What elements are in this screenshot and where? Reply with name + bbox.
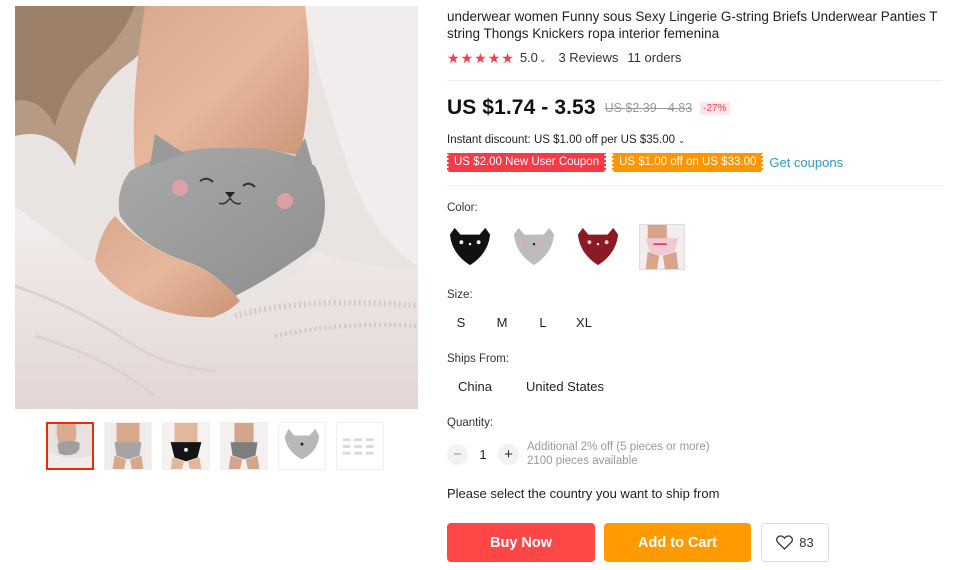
add-to-cart-button[interactable]: Add to Cart	[604, 523, 751, 562]
discount-badge: -27%	[700, 101, 730, 115]
star-icon: ★	[487, 49, 501, 66]
color-option-photo[interactable]	[639, 224, 685, 270]
action-buttons: Buy Now Add to Cart 83	[447, 523, 829, 562]
thumbnail-2[interactable]	[104, 422, 152, 470]
original-price: US $2.39 - 4.83	[604, 101, 693, 115]
thumbnail-image	[105, 423, 151, 469]
current-price: US $1.74 - 3.53	[447, 96, 596, 119]
instant-discount[interactable]: Instant discount: US $1.00 off per US $3…	[447, 134, 685, 146]
size-option-m[interactable]: M	[488, 313, 516, 333]
ship-option-china[interactable]: China	[447, 377, 503, 397]
quantity-increase-button[interactable]: +	[498, 443, 519, 465]
ship-country-message: Please select the country you want to sh…	[447, 486, 720, 501]
divider	[447, 80, 942, 81]
size-option-xl[interactable]: XL	[570, 313, 598, 333]
color-option-wine-red[interactable]	[575, 224, 621, 270]
color-label: Color:	[447, 202, 478, 214]
heart-icon	[776, 535, 794, 550]
thumbnail-3[interactable]	[162, 422, 210, 470]
price-row: US $1.74 - 3.53 US $2.39 - 4.83 -27%	[447, 96, 730, 120]
thumbnail-6[interactable]	[336, 422, 384, 470]
star-icon: ★	[460, 49, 474, 66]
stock-available: 2100 pieces available	[527, 455, 638, 467]
thumbnail-strip	[46, 422, 384, 472]
star-icon: ★	[474, 49, 487, 66]
star-icon: ★	[501, 49, 514, 66]
ship-option-united-states[interactable]: United States	[515, 377, 615, 397]
get-coupons-link[interactable]: Get coupons	[769, 155, 843, 170]
coupon-row: US $2.00 New User Coupon US $1.00 off on…	[445, 153, 843, 172]
color-option-black[interactable]	[447, 224, 493, 270]
color-option-gray[interactable]	[511, 224, 557, 270]
gray-panty-image	[513, 227, 555, 266]
star-icon: ★	[447, 49, 460, 66]
pink-panty-photo	[640, 225, 684, 269]
quantity-label: Quantity:	[447, 417, 494, 429]
red-panty-image	[577, 227, 619, 266]
thumbnail-image	[279, 423, 325, 469]
ships-from-options: China United States	[447, 377, 615, 397]
wishlist-button[interactable]: 83	[761, 523, 829, 562]
size-label: Size:	[447, 289, 473, 301]
color-options	[447, 224, 685, 270]
ships-from-label: Ships From:	[447, 353, 509, 365]
new-user-coupon[interactable]: US $2.00 New User Coupon	[445, 153, 608, 172]
orders-count: 11 orders	[627, 50, 682, 65]
rating-value-text: 5.0	[519, 50, 538, 65]
thumbnail-image	[337, 423, 383, 469]
quantity-value[interactable]: 1	[468, 447, 498, 462]
thumbnail-5[interactable]	[278, 422, 326, 470]
product-title: underwear women Funny sous Sexy Lingerie…	[447, 9, 938, 41]
rating-stars: ★ ★ ★ ★ ★	[447, 51, 514, 65]
quantity-stepper: − 1 + Additional 2% off (5 pieces or mor…	[447, 440, 710, 468]
black-panty-image	[449, 227, 491, 266]
divider	[447, 185, 942, 186]
thumbnail-image	[48, 424, 92, 468]
instant-discount-text: Instant discount: US $1.00 off per US $3…	[447, 134, 676, 146]
quantity-decrease-button[interactable]: −	[447, 443, 468, 465]
rating-value[interactable]: 5.0⌄	[520, 50, 547, 65]
store-coupon[interactable]: US $1.00 off on US $33.00	[611, 153, 765, 172]
rating-row: ★ ★ ★ ★ ★ 5.0⌄ 3 Reviews 11 orders	[447, 50, 681, 65]
buy-now-button[interactable]: Buy Now	[447, 523, 595, 562]
chevron-down-icon: ⌄	[678, 136, 685, 145]
main-product-image[interactable]	[15, 6, 418, 409]
thumbnail-1[interactable]	[46, 422, 94, 470]
bulk-discount-note: Additional 2% off (5 pieces or more)	[527, 441, 710, 453]
wishlist-count: 83	[799, 535, 814, 550]
reviews-link[interactable]: 3 Reviews	[558, 50, 618, 65]
size-options: S M L XL	[447, 313, 598, 333]
thumbnail-image	[163, 423, 209, 469]
quantity-note: Additional 2% off (5 pieces or more) 210…	[527, 440, 710, 468]
chevron-down-icon: ⌄	[538, 54, 547, 64]
thumbnail-image	[221, 423, 267, 469]
size-option-s[interactable]: S	[447, 313, 475, 333]
product-photo	[15, 6, 418, 409]
thumbnail-4[interactable]	[220, 422, 268, 470]
size-option-l[interactable]: L	[529, 313, 557, 333]
